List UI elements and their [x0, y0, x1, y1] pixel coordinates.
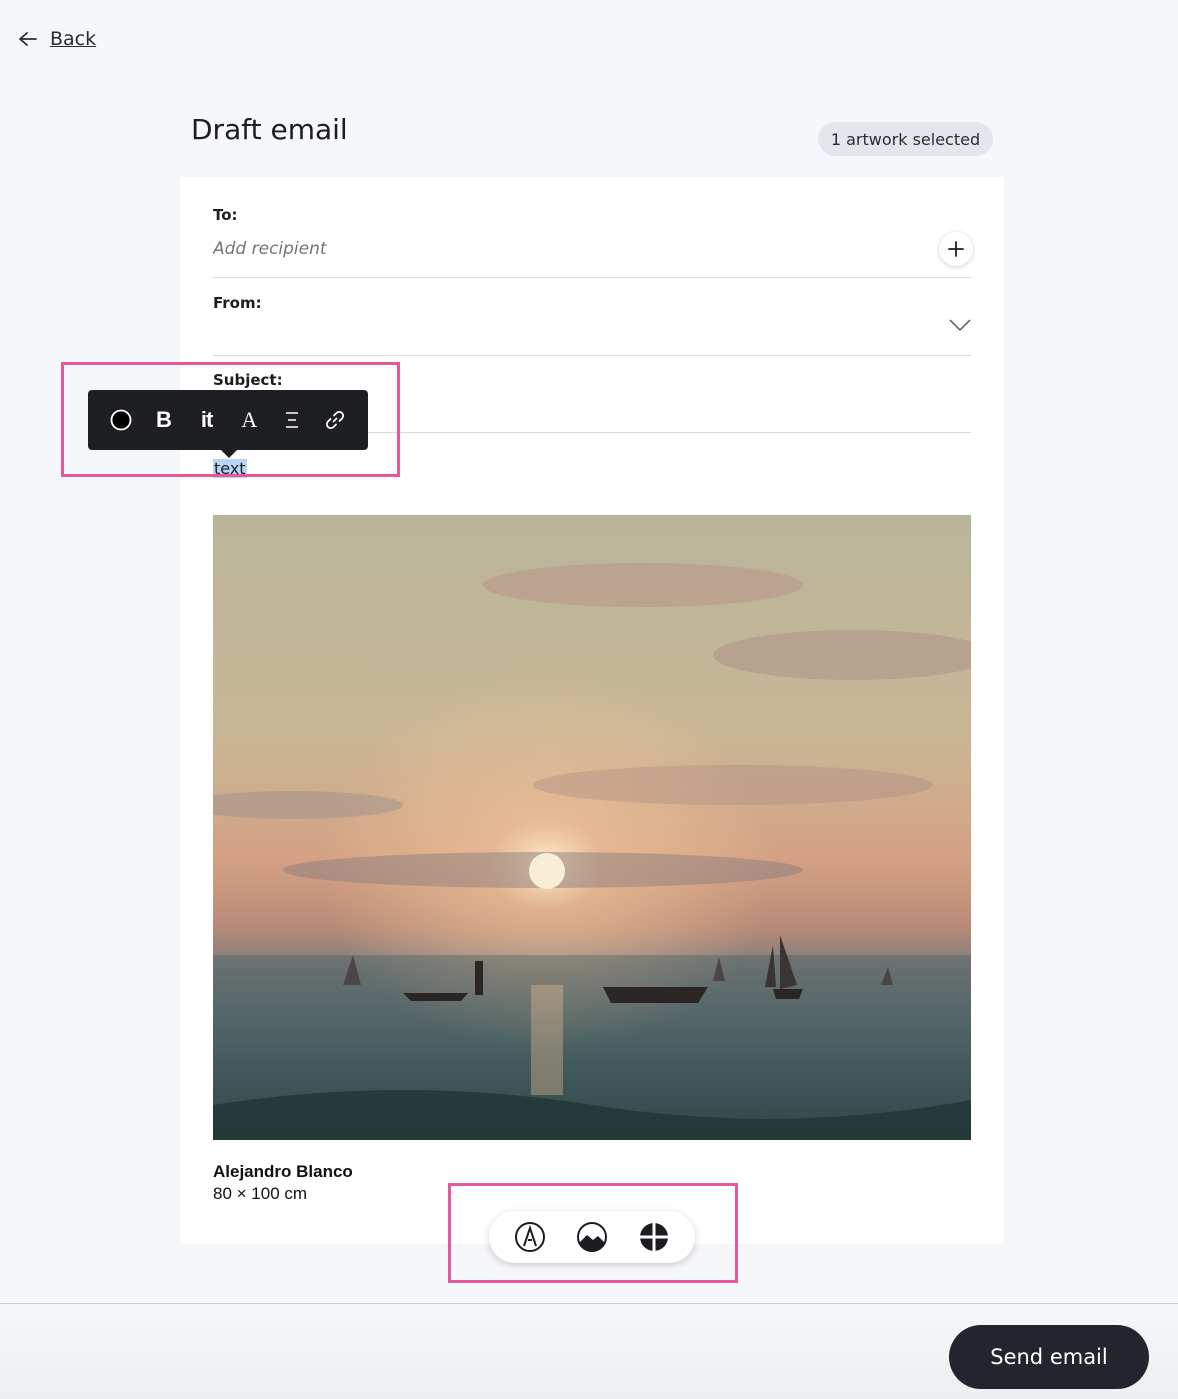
recipient-input[interactable]	[213, 239, 913, 259]
add-block-button[interactable]	[637, 1220, 671, 1254]
back-label[interactable]: Back	[50, 28, 96, 50]
selected-body-text[interactable]: text	[213, 459, 247, 478]
artwork-count-badge: 1 artwork selected	[818, 122, 993, 156]
page-title: Draft email	[191, 113, 348, 146]
pen-icon	[515, 1222, 545, 1252]
chevron-down-icon	[949, 319, 971, 332]
artwork-image[interactable]	[213, 515, 971, 1140]
seascape-painting	[213, 515, 971, 1140]
draw-button[interactable]	[513, 1220, 547, 1254]
plus-icon	[948, 241, 964, 257]
add-recipient-button[interactable]	[939, 232, 973, 266]
toolbar-pointer	[221, 450, 237, 458]
to-label: To:	[213, 206, 238, 224]
back-link[interactable]: Back	[18, 28, 96, 50]
color-circle-icon	[110, 409, 132, 431]
text-color-button[interactable]	[106, 405, 136, 435]
insert-toolbar	[489, 1211, 695, 1263]
from-dropdown[interactable]	[213, 309, 971, 345]
font-style-button[interactable]: A	[234, 405, 264, 435]
artist-name: Alejandro Blanco	[213, 1162, 353, 1181]
italic-button[interactable]: it	[192, 405, 222, 435]
email-card: To: From: Subject: text	[180, 177, 1004, 1244]
insert-image-button[interactable]	[575, 1220, 609, 1254]
add-block-icon	[640, 1223, 668, 1251]
link-icon	[325, 410, 344, 430]
divider	[213, 277, 971, 278]
align-icon	[285, 412, 298, 428]
bold-button[interactable]: B	[149, 405, 179, 435]
formatting-toolbar: B it A	[88, 390, 368, 450]
subject-label: Subject:	[213, 371, 283, 389]
arrow-left-icon	[19, 32, 37, 46]
artwork-dimensions: 80 × 100 cm	[213, 1184, 308, 1203]
divider	[213, 355, 971, 356]
image-icon	[577, 1222, 607, 1252]
link-button[interactable]	[320, 405, 350, 435]
align-button[interactable]	[277, 405, 307, 435]
send-email-button[interactable]: Send email	[949, 1325, 1149, 1389]
